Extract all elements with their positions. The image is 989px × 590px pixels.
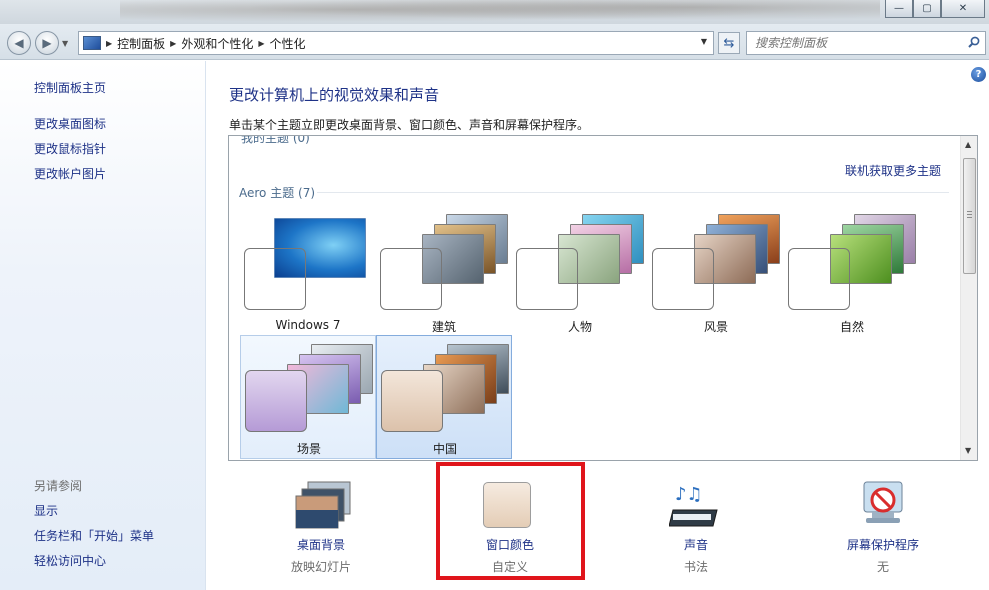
desktop-background-icon [295, 481, 351, 529]
help-icon[interactable]: ? [971, 67, 986, 82]
theme-list[interactable]: 我的主题 (0) 联机获取更多主题 Aero 主题 (7) Windows 7 … [228, 135, 978, 461]
svg-text:♪♫: ♪♫ [675, 484, 703, 505]
desktop-background-link[interactable]: 桌面背景 放映幻灯片 [246, 470, 396, 580]
navigation-bar: ◀ ▶ ▼ ▶ 控制面板 ▶ 外观和个性化 ▶ 个性化 ▼ ⇆ [0, 24, 989, 60]
minimize-button[interactable]: — [885, 0, 913, 18]
theme-name: 自然 [839, 320, 864, 334]
close-button[interactable]: ✕ [941, 0, 985, 18]
sidebar-ease-of-access[interactable]: 轻松访问中心 [34, 552, 106, 569]
sidebar-control-panel-home[interactable]: 控制面板主页 [34, 79, 106, 96]
breadcrumb-separator-icon[interactable]: ▶ [106, 39, 112, 48]
screensaver-link[interactable]: 屏幕保护程序 无 [808, 470, 958, 580]
theme-color-swatch [381, 370, 443, 432]
theme-landscapes[interactable]: 风景 [648, 214, 784, 338]
back-button[interactable]: ◀ [7, 31, 31, 55]
theme-color-swatch [380, 248, 442, 310]
forward-arrow-icon: ▶ [42, 36, 52, 50]
forward-button[interactable]: ▶ [35, 31, 59, 55]
theme-windows7[interactable]: Windows 7 [240, 214, 376, 338]
task-sidebar: 控制面板主页 更改桌面图标 更改鼠标指针 更改帐户图片 另请参阅 显示 任务栏和… [0, 61, 206, 590]
screensaver-label[interactable]: 屏幕保护程序 [808, 536, 958, 553]
sound-value: 书法 [683, 560, 708, 574]
screensaver-icon [863, 481, 903, 523]
sidebar-change-mouse-pointers[interactable]: 更改鼠标指针 [34, 140, 106, 157]
see-also-label: 另请参阅 [34, 479, 83, 493]
sound-icon: ♪♫ [669, 484, 718, 527]
get-more-themes-online-link[interactable]: 联机获取更多主题 [845, 162, 941, 179]
theme-name: 人物 [567, 320, 592, 334]
theme-scenes[interactable]: 场景 [240, 335, 376, 459]
sidebar-taskbar-start-menu[interactable]: 任务栏和「开始」菜单 [34, 527, 154, 544]
theme-color-swatch [244, 248, 306, 310]
theme-china[interactable]: 中国 [376, 335, 512, 459]
theme-nature[interactable]: 自然 [784, 214, 920, 338]
theme-list-scrollbar[interactable]: ▲ ▼ [960, 136, 977, 460]
theme-name: 中国 [432, 442, 457, 456]
titlebar-background [120, 0, 880, 24]
address-bar[interactable]: ▶ 控制面板 ▶ 外观和个性化 ▶ 个性化 ▼ [78, 31, 714, 55]
theme-characters[interactable]: 人物 [512, 214, 648, 338]
breadcrumb-separator-icon[interactable]: ▶ [170, 39, 176, 48]
theme-name: 场景 [296, 442, 321, 456]
theme-name: 风景 [703, 320, 728, 334]
search-box[interactable] [746, 31, 986, 55]
refresh-icon: ⇆ [723, 35, 735, 51]
theme-name: 建筑 [431, 320, 456, 334]
theme-name: Windows 7 [275, 318, 341, 332]
address-dropdown-icon[interactable]: ▼ [701, 37, 707, 46]
scroll-down-icon[interactable]: ▼ [965, 446, 971, 455]
my-themes-header[interactable]: 我的主题 (0) [241, 136, 310, 146]
back-arrow-icon: ◀ [14, 36, 24, 50]
desktop-background-value: 放映幻灯片 [290, 560, 351, 574]
search-input[interactable] [747, 32, 957, 54]
group-divider [317, 192, 949, 193]
control-panel-icon [83, 36, 101, 50]
aero-themes-header[interactable]: Aero 主题 (7) [239, 184, 315, 201]
refresh-button[interactable]: ⇆ [718, 32, 740, 54]
breadcrumb-control-panel[interactable]: 控制面板 [117, 35, 165, 52]
window-controls: — ▢ ✕ [885, 0, 985, 18]
breadcrumb-separator-icon[interactable]: ▶ [258, 39, 264, 48]
desktop-background-label[interactable]: 桌面背景 [246, 536, 396, 553]
page-description: 单击某个主题立即更改桌面背景、窗口颜色、声音和屏幕保护程序。 [229, 118, 590, 132]
scroll-up-icon[interactable]: ▲ [965, 140, 971, 149]
theme-color-swatch [788, 248, 850, 310]
sidebar-change-account-picture[interactable]: 更改帐户图片 [34, 165, 106, 182]
page-title: 更改计算机上的视觉效果和声音 [229, 86, 440, 104]
maximize-button[interactable]: ▢ [913, 0, 941, 18]
recent-pages-dropdown[interactable]: ▼ [62, 39, 68, 48]
breadcrumb-personalization[interactable]: 个性化 [270, 35, 306, 52]
search-icon[interactable] [968, 36, 980, 48]
screensaver-value: 无 [876, 560, 889, 574]
window-color-highlight-box [436, 462, 585, 580]
theme-color-swatch [652, 248, 714, 310]
breadcrumb-appearance[interactable]: 外观和个性化 [181, 35, 253, 52]
scrollbar-thumb[interactable] [963, 158, 976, 274]
sound-label[interactable]: 声音 [621, 536, 771, 553]
theme-architecture[interactable]: 建筑 [376, 214, 512, 338]
theme-color-swatch [245, 370, 307, 432]
theme-color-swatch [516, 248, 578, 310]
sound-link[interactable]: ♪♫ 声音 书法 [621, 470, 771, 580]
sidebar-change-desktop-icons[interactable]: 更改桌面图标 [34, 115, 106, 132]
grip-icon [967, 211, 972, 218]
sidebar-display[interactable]: 显示 [34, 502, 58, 519]
window-titlebar: — ▢ ✕ [0, 0, 989, 24]
